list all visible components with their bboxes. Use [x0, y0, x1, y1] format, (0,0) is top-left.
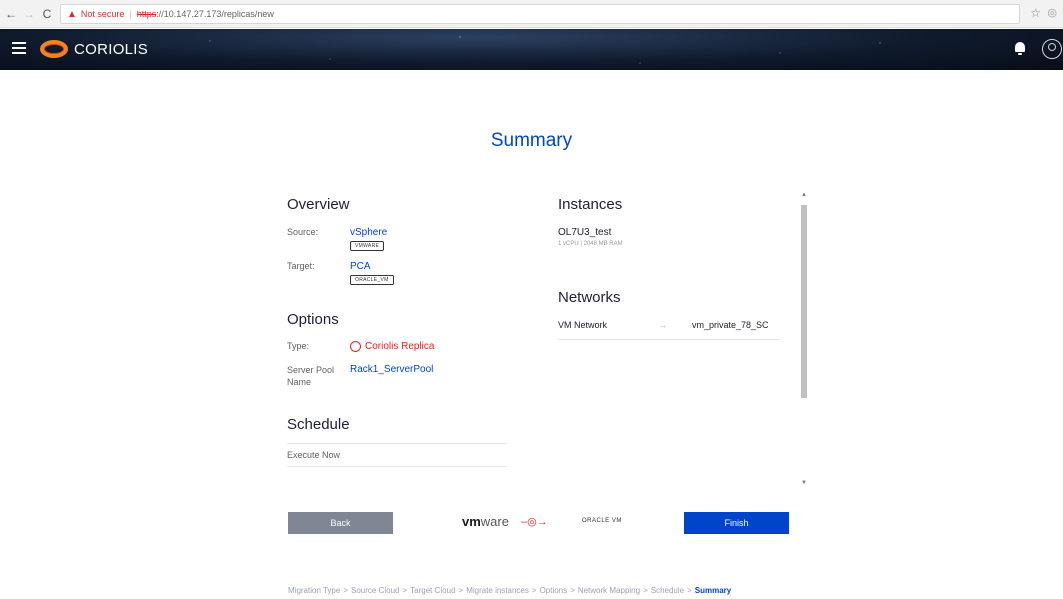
server-pool-row: Server Pool Name Rack1_ServerPool: [287, 364, 509, 388]
url-separator: |: [129, 9, 132, 19]
back-arrow-icon[interactable]: ←: [4, 7, 18, 21]
target-value: PCA: [350, 261, 371, 272]
scrollbar[interactable]: ▲ ▼: [799, 190, 809, 488]
breadcrumb-step-source-cloud[interactable]: Source Cloud: [351, 586, 399, 595]
vmware-logo: vmware: [462, 514, 509, 529]
page-title: Summary: [490, 130, 573, 151]
options-title: Options: [287, 311, 339, 328]
menu-icon[interactable]: [12, 42, 26, 54]
source-label: Source:: [287, 227, 319, 237]
app-header: CORIOLIS: [0, 29, 1063, 70]
source-row: Source: vSphere VMWARE: [287, 227, 509, 251]
source-value: vSphere: [350, 227, 388, 238]
address-bar[interactable]: ▲ Not secure | https ://10.147.27.173/re…: [60, 4, 1020, 24]
wizard-breadcrumb: Migration Type > Source Cloud > Target Cloud…: [288, 586, 732, 595]
type-label: Type:: [287, 341, 310, 351]
instance-item: OL7U3_test 1 vCPU | 2048 MB RAM: [558, 227, 783, 247]
bell-icon[interactable]: [1015, 42, 1025, 55]
network-arrow-icon: →: [658, 320, 667, 330]
brand-name[interactable]: CORIOLIS: [74, 41, 148, 58]
browser-toolbar: ← → C ▲ Not secure | https ://10.147.27.…: [0, 0, 1063, 28]
target-tag: ORACLE_VM: [350, 275, 394, 285]
forward-arrow-icon[interactable]: →: [22, 7, 36, 21]
breadcrumb-step-summary: Summary: [694, 586, 732, 595]
coriolis-logo-icon[interactable]: [40, 40, 68, 58]
back-button[interactable]: Back: [288, 512, 393, 534]
scroll-down-icon[interactable]: ▼: [801, 480, 807, 486]
source-tag: VMWARE: [350, 241, 385, 251]
target-label: Target:: [287, 261, 315, 271]
type-row: Type: Coriolis Replica: [287, 341, 509, 353]
summary-right-column: Instances OL7U3_test 1 vCPU | 2048 MB RA…: [558, 196, 783, 340]
breadcrumb-step-network-mapping[interactable]: Network Mapping: [578, 586, 640, 595]
bookmark-star-icon[interactable]: ☆: [1030, 6, 1041, 20]
finish-button[interactable]: Finish: [684, 512, 789, 534]
header-background: [0, 29, 1063, 70]
schedule-title: Schedule: [287, 416, 350, 434]
summary-left-column: Overview Source: vSphere VMWARE Target: …: [287, 196, 509, 468]
user-icon[interactable]: [1042, 39, 1062, 59]
network-target: vm_private_78_SC: [692, 320, 769, 330]
scroll-up-icon[interactable]: ▲: [801, 192, 807, 198]
server-pool-value: Rack1_ServerPool: [350, 364, 434, 376]
instances-title: Instances: [558, 196, 623, 213]
scrollbar-thumb[interactable]: [801, 205, 807, 398]
extension-icon[interactable]: ◎: [1047, 6, 1057, 19]
breadcrumb-step-schedule[interactable]: Schedule: [651, 586, 684, 595]
networks-title: Networks: [558, 289, 621, 306]
url-scheme: https: [136, 9, 157, 19]
instance-details: 1 vCPU | 2048 MB RAM: [558, 241, 623, 247]
breadcrumb-step-migration-type[interactable]: Migration Type: [288, 586, 340, 595]
schedule-value: Execute Now: [287, 443, 507, 468]
target-row: Target: PCA ORACLE_VM: [287, 261, 509, 285]
overview-title: Overview: [287, 196, 350, 213]
breadcrumb-step-migrate-instances[interactable]: Migrate instances: [466, 586, 529, 595]
breadcrumb-step-target-cloud[interactable]: Target Cloud: [410, 586, 455, 595]
network-mapping-row: VM Network → vm_private_78_SC: [558, 320, 780, 340]
type-value: Coriolis Replica: [365, 341, 435, 352]
replica-icon: [350, 341, 361, 353]
reload-icon[interactable]: C: [40, 7, 54, 21]
warning-icon: ▲: [67, 8, 77, 20]
url-path: ://10.147.27.173/replicas/new: [156, 9, 274, 19]
network-source: VM Network: [558, 320, 608, 330]
server-pool-label: Server Pool Name: [287, 365, 335, 388]
oracle-vm-logo: ORACLE VM: [582, 518, 622, 524]
breadcrumb-step-options[interactable]: Options: [540, 586, 568, 595]
migration-arrow-icon: –◎→: [521, 516, 548, 528]
instance-name: OL7U3_test: [558, 227, 612, 238]
not-secure-label: Not secure: [80, 9, 125, 19]
